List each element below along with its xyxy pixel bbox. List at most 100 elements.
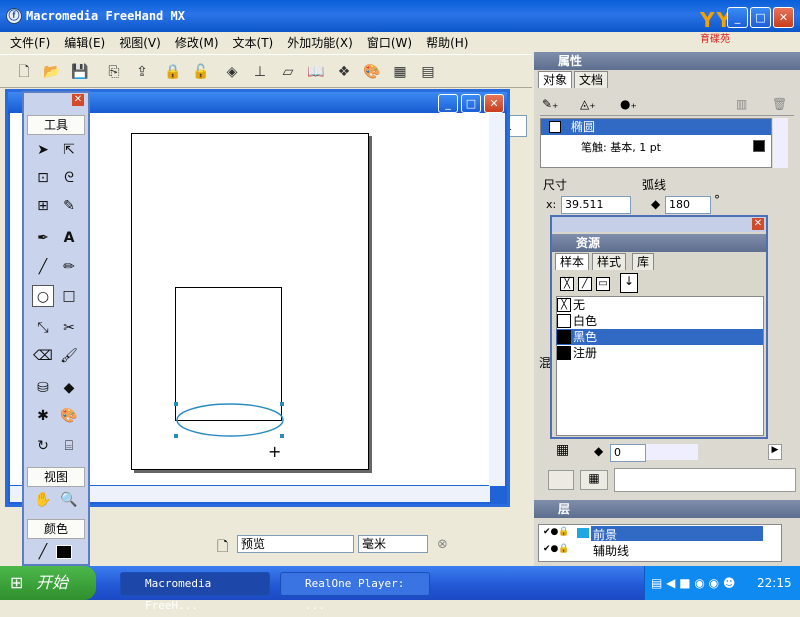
stroke-color-swatch[interactable] [753,140,765,152]
add-effect-icon[interactable]: ●₊ [620,97,637,111]
arc-angle-field[interactable]: 180 [665,196,711,214]
scale-tool-icon[interactable]: ⤡ [32,317,54,339]
tab-styles[interactable]: 样式 [592,253,627,270]
swatch-row-none[interactable]: 无 [556,297,763,313]
doc-maximize-button[interactable]: □ [461,94,481,113]
swatch-row-white[interactable]: 白色 [556,313,763,329]
object-row-ellipse[interactable]: 椭圆 [541,119,771,135]
vertical-scrollbar[interactable] [489,113,505,486]
trash-icon[interactable]: 🗑 [772,97,787,111]
layer-color-swatch[interactable] [577,528,589,538]
assets-close-icon[interactable]: ✕ [752,218,764,230]
x-position-field[interactable]: 39.511 [561,196,631,214]
stroke-row[interactable]: 笔触: 基本, 1 pt [581,139,661,155]
eyedropper-tool-icon[interactable]: ✎ [58,195,80,217]
rotate-tool-icon[interactable]: ↻ [32,435,54,457]
object-list-scrollbar[interactable] [773,118,788,168]
swatch-row-registration[interactable]: 注册 [556,345,763,361]
stroke-color-icon[interactable]: ╱ [32,541,54,563]
fill-color-swatch[interactable] [56,545,72,559]
pencil-tool-icon[interactable]: ✏ [58,256,80,278]
doc-close-button[interactable]: ✕ [484,94,504,113]
task-realone[interactable]: RealOne Player: ... [280,572,430,612]
layer-guides[interactable]: 辅助线 [593,542,629,559]
object-checkbox[interactable] [549,121,561,133]
task-freehand[interactable]: Macromedia FreeH... [120,572,270,612]
grid-icon[interactable]: ▦ [390,62,410,82]
units-select[interactable]: 毫米 [358,535,428,553]
tab-document[interactable]: 文档 [574,71,609,88]
lasso-tool-icon[interactable]: ᘓ [58,167,80,189]
menu-help[interactable]: 帮助(H) [416,32,472,51]
add-stroke-icon[interactable]: ✎₊ [542,97,558,111]
transform-icon[interactable]: ▱ [278,62,298,82]
style-preview[interactable] [614,468,796,492]
angle-slider[interactable] [646,444,698,460]
menu-window[interactable]: 窗口(W) [357,32,416,51]
tab-library[interactable]: 库 [632,253,655,270]
open-icon[interactable]: 📂 [42,62,62,82]
tray-icons[interactable]: ▤ ◀ ■ ◉ ◉ ☻ [651,566,735,600]
duplicate-icon[interactable]: ▥ [736,97,747,111]
selected-ellipse[interactable] [170,398,290,442]
blend-tool-icon[interactable]: ⛁ [32,377,54,399]
close-button[interactable]: ✕ [773,7,794,28]
pen-tool-icon[interactable]: ✒ [32,227,54,249]
pointer-tool-icon[interactable]: ➤ [32,139,54,161]
fill-swatch-icon[interactable]: ▭ [596,277,610,291]
connector-tool-icon[interactable]: ⌸ [58,435,80,457]
trace-tool-icon[interactable]: ⊞ [32,195,54,217]
cancel-icon[interactable]: ⊗ [437,537,448,552]
rectangle-tool-icon[interactable]: □ [58,285,80,307]
ellipse-tool-icon[interactable]: ○ [32,285,54,307]
tab-swatches[interactable]: 样本 [555,253,590,270]
maximize-button[interactable]: □ [750,7,771,28]
menu-text[interactable]: 文本(T) [223,32,278,51]
brush-tool-icon[interactable]: 🖌 [58,345,80,367]
export-icon[interactable]: ⇪ [132,62,152,82]
preview-mode-select[interactable]: 预览 [237,535,354,553]
graphic-hose-tool-icon[interactable]: ✱ [32,405,54,427]
subselect-tool-icon[interactable]: ⇱ [58,139,80,161]
extrude-tool-icon[interactable]: ◆ [58,377,80,399]
menu-modify[interactable]: 修改(M) [165,32,223,51]
knife-tool-icon[interactable]: ✂ [58,317,80,339]
right-arrow-button[interactable]: ▶ [768,444,782,460]
stroke-swatch-icon[interactable]: ╱ [578,277,592,291]
add-fill-icon[interactable]: ◬₊ [580,97,596,111]
import-icon[interactable]: ⎘ [104,62,124,82]
color-icon[interactable]: 🎨 [362,62,382,82]
layers-icon[interactable]: ▤ [418,62,438,82]
no-color-icon[interactable]: ╳ [560,277,574,291]
menu-file[interactable]: 文件(F) [0,32,54,51]
unlock-icon[interactable]: 🔓 [191,62,211,82]
minimize-button[interactable]: _ [727,7,748,28]
menu-edit[interactable]: 编辑(E) [54,32,109,51]
swatch-row-black[interactable]: 黑色 [556,329,763,345]
line-tool-icon[interactable]: ╱ [32,256,54,278]
hand-tool-icon[interactable]: ✋ [32,489,54,511]
tab-object[interactable]: 对象 [538,71,573,88]
stroke-style-button[interactable] [548,470,574,490]
align-icon[interactable]: ⊥ [250,62,270,82]
text-tool-icon[interactable]: A [58,227,80,249]
page-tool-icon[interactable]: ⊡ [32,167,54,189]
menu-view[interactable]: 视图(V) [109,32,165,51]
layer-foreground[interactable]: 前景 [591,526,763,542]
eraser-tool-icon[interactable]: ⌫ [32,345,54,367]
book-icon[interactable]: 📖 [306,62,326,82]
new-icon[interactable]: 🗋 [14,62,34,82]
angle-field[interactable]: 0 [610,444,646,462]
guides-visible-icon[interactable]: ✔●🔒 [543,544,570,554]
lock-icon[interactable]: 🔒 [163,62,183,82]
paint-bucket-tool-icon[interactable]: 🎨 [58,405,80,427]
apply-arrow-icon[interactable]: ↓ [620,273,638,293]
menu-xtras[interactable]: 外加功能(X) [277,32,357,51]
doc-minimize-button[interactable]: _ [438,94,458,113]
tools-close-icon[interactable]: ✕ [72,94,84,106]
start-button[interactable]: ⊞ 开始 [0,566,96,600]
assets-drag-bar[interactable] [552,217,766,232]
zoom-tool-icon[interactable]: 🔍 [58,489,80,511]
group-icon[interactable]: ◈ [222,62,242,82]
layer-visible-icon[interactable]: ✔●🔒 [543,527,570,537]
